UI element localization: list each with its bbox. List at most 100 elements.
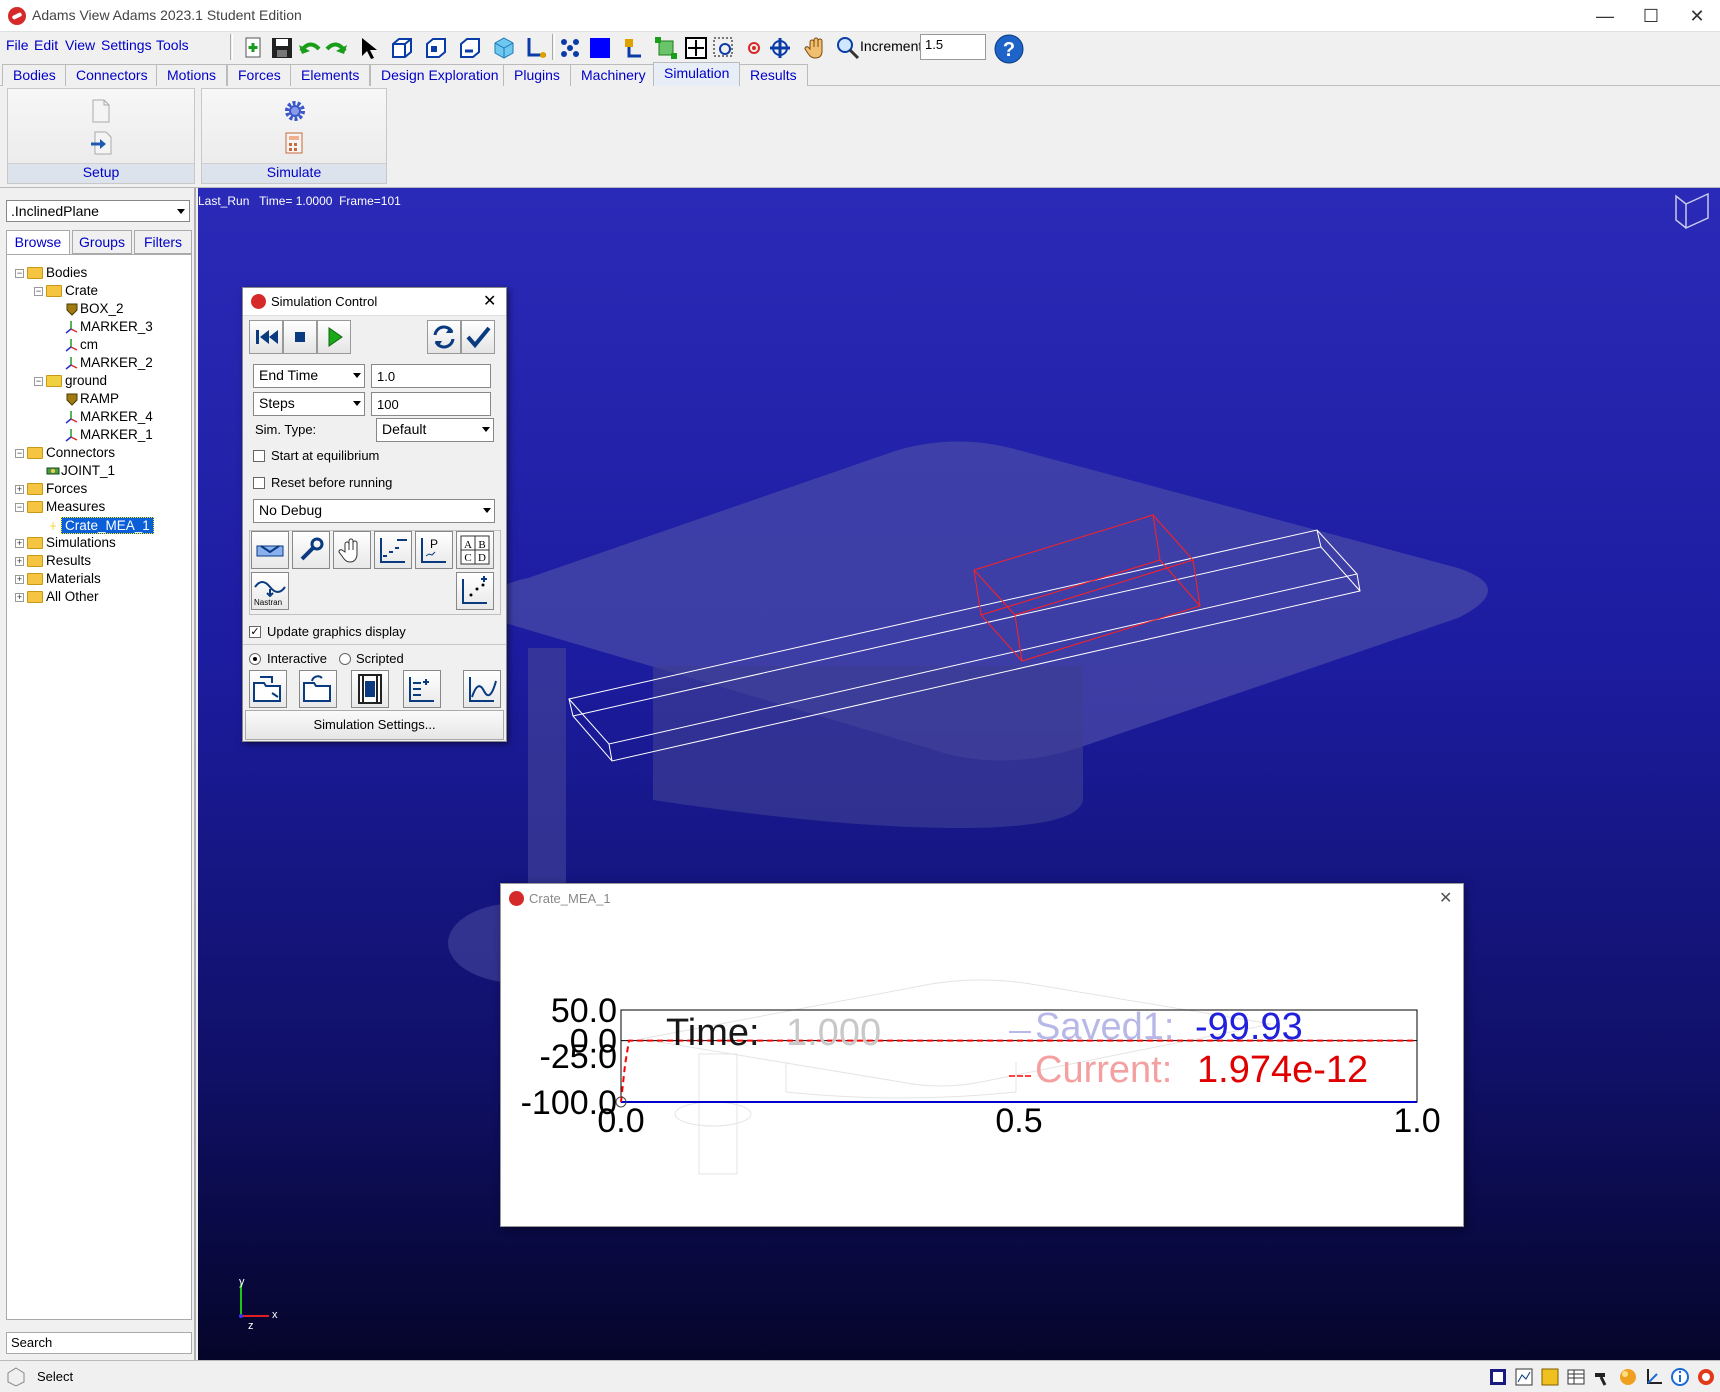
tab-bodies[interactable]: Bodies — [2, 64, 67, 86]
collapse-icon[interactable]: − — [15, 269, 24, 278]
tab-results[interactable]: Results — [739, 64, 808, 86]
calculator-icon[interactable] — [283, 131, 307, 155]
menu-view[interactable]: View — [65, 37, 95, 53]
open-script-button[interactable] — [249, 670, 287, 708]
tab-plugins[interactable]: Plugins — [503, 64, 571, 86]
close-button[interactable]: ✕ — [1674, 0, 1720, 32]
debug-select[interactable]: No Debug — [253, 499, 495, 523]
animation-button[interactable] — [351, 670, 389, 708]
postprocessor-button[interactable] — [463, 670, 501, 708]
play-button[interactable] — [317, 320, 351, 354]
end-time-input[interactable]: 1.0 — [371, 364, 491, 388]
plot-points-button[interactable] — [456, 572, 494, 610]
interactive-radio[interactable] — [249, 653, 261, 665]
axes-icon[interactable] — [522, 34, 550, 62]
expand-icon[interactable]: + — [15, 485, 24, 494]
collapse-icon[interactable]: − — [34, 377, 43, 386]
tree-item-box-2[interactable]: BOX_2 — [7, 301, 187, 319]
tree-item-measures[interactable]: − Measures — [7, 499, 187, 517]
tree-item-bodies[interactable]: − Bodies — [7, 265, 187, 283]
tab-machinery[interactable]: Machinery — [570, 64, 657, 86]
start-equilibrium-checkbox[interactable] — [253, 450, 265, 462]
parameter-plot-button[interactable]: P — [415, 531, 453, 569]
tree-item-all-other[interactable]: + All Other — [7, 589, 187, 607]
tree-item-ground[interactable]: − ground — [7, 373, 187, 391]
expand-icon[interactable]: + — [15, 539, 24, 548]
render-icon[interactable] — [1618, 1367, 1638, 1387]
collapse-icon[interactable]: − — [34, 287, 43, 296]
end-time-mode-select[interactable]: End Time — [253, 364, 365, 388]
minimize-button[interactable]: — — [1582, 0, 1628, 32]
tree-item-marker-2[interactable]: MARKER_2 — [7, 355, 187, 373]
tree-item-cm[interactable]: cm — [7, 337, 187, 355]
gear-icon[interactable] — [283, 99, 307, 123]
zoom-icon[interactable] — [834, 34, 862, 62]
hand-button[interactable] — [333, 531, 371, 569]
menu-settings[interactable]: Settings — [101, 37, 152, 53]
simulation-settings-button[interactable]: Simulation Settings... — [245, 710, 504, 740]
sensor-button[interactable] — [251, 531, 289, 569]
select-arrow-icon[interactable] — [354, 34, 382, 62]
model-selector[interactable]: .InclinedPlane — [6, 200, 190, 222]
tree-item-marker-3[interactable]: MARKER_3 — [7, 319, 187, 337]
side-view-icon[interactable] — [456, 34, 484, 62]
info-icon[interactable] — [1670, 1367, 1690, 1387]
ribbon-label-simulate[interactable]: Simulate — [202, 163, 386, 183]
cube-status-icon[interactable] — [1540, 1367, 1560, 1387]
menu-file[interactable]: File — [6, 37, 29, 53]
table-abcd-button[interactable]: ABCD — [456, 531, 494, 569]
dialog-close-button[interactable]: ✕ — [483, 291, 496, 311]
wrench-button[interactable] — [292, 531, 330, 569]
redo-icon[interactable] — [322, 34, 350, 62]
apply-button[interactable] — [461, 320, 495, 354]
tab-simulation[interactable]: Simulation — [653, 62, 741, 87]
plot-results-button[interactable] — [403, 670, 441, 708]
tab-elements[interactable]: Elements — [290, 64, 371, 86]
coordinate-icon[interactable] — [1644, 1367, 1664, 1387]
pan-hand-icon[interactable] — [802, 34, 830, 62]
undo-icon[interactable] — [296, 34, 324, 62]
menu-edit[interactable]: Edit — [34, 37, 58, 53]
tree-item-joint-1[interactable]: JOINT_1 — [7, 463, 187, 481]
save-icon[interactable] — [268, 34, 296, 62]
help-icon[interactable]: ? — [992, 32, 1024, 64]
tab-motions[interactable]: Motions — [156, 64, 228, 86]
expand-icon[interactable]: + — [15, 593, 24, 602]
table-icon[interactable] — [1566, 1367, 1586, 1387]
save-script-button[interactable] — [299, 670, 337, 708]
scripted-radio[interactable] — [339, 653, 351, 665]
tree-item-ramp[interactable]: RAMP — [7, 391, 187, 409]
stop-button[interactable] — [283, 320, 317, 354]
tree-item-results[interactable]: + Results — [7, 553, 187, 571]
stop-status-icon[interactable] — [1696, 1367, 1716, 1387]
orient-icon[interactable] — [620, 34, 648, 62]
tab-design-exploration[interactable]: Design Exploration — [370, 64, 510, 86]
view-cube-icon[interactable] — [1675, 192, 1709, 230]
grid-icon[interactable] — [556, 34, 584, 62]
plot-icon[interactable] — [1514, 1367, 1534, 1387]
steps-mode-select[interactable]: Steps — [253, 392, 365, 416]
zoom-window-icon[interactable] — [710, 34, 738, 62]
tree-item-simulations[interactable]: + Simulations — [7, 535, 187, 553]
tree-item-marker-1[interactable]: MARKER_1 — [7, 427, 187, 445]
tab-forces[interactable]: Forces — [227, 64, 292, 86]
search-input[interactable]: Search — [6, 1332, 192, 1354]
expand-icon[interactable]: + — [15, 557, 24, 566]
color-square-icon[interactable] — [586, 34, 614, 62]
import-icon[interactable] — [90, 131, 114, 155]
model-icon[interactable] — [1488, 1367, 1508, 1387]
fit-icon[interactable] — [652, 34, 680, 62]
tree-item-crate[interactable]: − Crate — [7, 283, 187, 301]
rewind-button[interactable] — [249, 320, 283, 354]
steps-input[interactable]: 100 — [371, 392, 491, 416]
tree-item-crate-mea-1[interactable]: Crate_MEA_1 — [7, 517, 187, 535]
tab-filters[interactable]: Filters — [134, 230, 192, 254]
iso-view-icon[interactable] — [388, 34, 416, 62]
tree-item-forces[interactable]: + Forces — [7, 481, 187, 499]
render-cube-icon[interactable] — [490, 34, 518, 62]
front-view-icon[interactable] — [422, 34, 450, 62]
expand-icon[interactable]: + — [15, 575, 24, 584]
new-icon[interactable] — [240, 34, 268, 62]
zoom-box-icon[interactable] — [682, 34, 710, 62]
document-icon[interactable] — [90, 99, 112, 123]
